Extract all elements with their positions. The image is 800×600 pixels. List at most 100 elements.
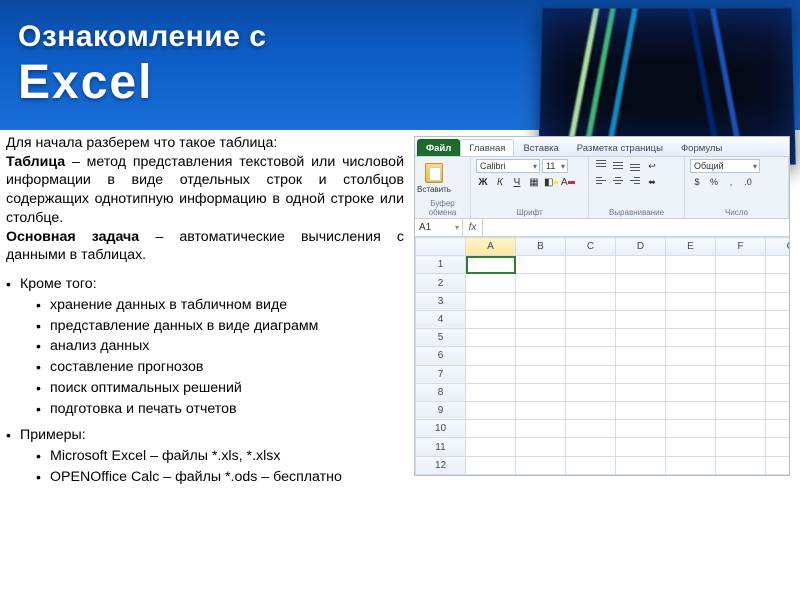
cell[interactable] — [716, 256, 766, 274]
cell[interactable] — [566, 456, 616, 474]
cell[interactable] — [666, 310, 716, 328]
cell[interactable] — [666, 256, 716, 274]
cell[interactable] — [466, 456, 516, 474]
row-header[interactable]: 4 — [416, 310, 466, 328]
cell[interactable] — [466, 438, 516, 456]
cell[interactable] — [716, 401, 766, 419]
cell[interactable] — [566, 401, 616, 419]
fill-color-button[interactable]: ◧ — [544, 175, 558, 189]
align-bottom-button[interactable] — [628, 159, 642, 171]
cell[interactable] — [566, 292, 616, 310]
column-header[interactable]: B — [516, 238, 566, 256]
name-box[interactable]: A1 — [415, 219, 463, 236]
row-header[interactable]: 3 — [416, 292, 466, 310]
cell[interactable] — [716, 420, 766, 438]
cell[interactable] — [666, 274, 716, 292]
font-name-select[interactable]: Calibri — [476, 159, 540, 173]
cell[interactable] — [716, 292, 766, 310]
cell[interactable] — [516, 274, 566, 292]
cell[interactable] — [566, 310, 616, 328]
cell[interactable] — [466, 383, 516, 401]
cell[interactable] — [716, 383, 766, 401]
cell[interactable] — [666, 347, 716, 365]
cell[interactable] — [616, 383, 666, 401]
column-header[interactable]: G — [766, 238, 790, 256]
column-header[interactable]: C — [566, 238, 616, 256]
column-header[interactable]: D — [616, 238, 666, 256]
cell[interactable] — [766, 347, 790, 365]
cell[interactable] — [516, 401, 566, 419]
border-button[interactable]: ▦ — [527, 175, 541, 189]
row-header[interactable]: 10 — [416, 420, 466, 438]
tab-insert[interactable]: Вставка — [514, 139, 567, 156]
cell[interactable] — [766, 365, 790, 383]
cell[interactable] — [466, 292, 516, 310]
cell[interactable] — [766, 420, 790, 438]
align-middle-button[interactable] — [611, 159, 625, 171]
column-header[interactable]: A — [466, 238, 516, 256]
cell[interactable] — [566, 420, 616, 438]
cell[interactable] — [566, 347, 616, 365]
cell[interactable] — [566, 365, 616, 383]
cell[interactable] — [516, 329, 566, 347]
align-top-button[interactable] — [594, 159, 608, 171]
cell[interactable] — [516, 365, 566, 383]
cell[interactable] — [716, 274, 766, 292]
cell[interactable] — [766, 456, 790, 474]
increase-decimal-button[interactable]: .0 — [741, 175, 755, 189]
row-header[interactable]: 2 — [416, 274, 466, 292]
cell[interactable] — [616, 310, 666, 328]
cell[interactable] — [466, 347, 516, 365]
cell[interactable] — [516, 438, 566, 456]
underline-button[interactable]: Ч — [510, 175, 524, 189]
column-header[interactable]: E — [666, 238, 716, 256]
italic-button[interactable]: К — [493, 175, 507, 189]
cell[interactable] — [666, 329, 716, 347]
cell[interactable] — [516, 310, 566, 328]
cell[interactable] — [766, 438, 790, 456]
tab-page-layout[interactable]: Разметка страницы — [568, 139, 672, 156]
paste-button[interactable]: Вставить — [420, 159, 448, 198]
cell[interactable] — [566, 438, 616, 456]
select-all-corner[interactable] — [416, 238, 466, 256]
row-header[interactable]: 5 — [416, 329, 466, 347]
align-right-button[interactable] — [628, 175, 642, 187]
cell[interactable] — [616, 365, 666, 383]
cell[interactable] — [616, 401, 666, 419]
tab-file[interactable]: Файл — [417, 139, 460, 156]
cell-a1[interactable] — [466, 256, 516, 274]
row-header[interactable]: 8 — [416, 383, 466, 401]
merge-center-button[interactable]: ⬌ — [645, 175, 659, 189]
cell[interactable] — [666, 420, 716, 438]
number-format-select[interactable]: Общий — [690, 159, 760, 173]
cell[interactable] — [616, 292, 666, 310]
cell[interactable] — [716, 456, 766, 474]
worksheet-grid[interactable]: A B C D E F G 1 2 3 4 5 6 — [415, 237, 789, 475]
cell[interactable] — [616, 274, 666, 292]
tab-home[interactable]: Главная — [460, 139, 514, 156]
cell[interactable] — [666, 456, 716, 474]
cell[interactable] — [666, 438, 716, 456]
cell[interactable] — [766, 256, 790, 274]
cell[interactable] — [766, 329, 790, 347]
cell[interactable] — [766, 274, 790, 292]
cell[interactable] — [716, 310, 766, 328]
align-left-button[interactable] — [594, 175, 608, 187]
cell[interactable] — [566, 383, 616, 401]
bold-button[interactable]: Ж — [476, 175, 490, 189]
cell[interactable] — [516, 456, 566, 474]
currency-button[interactable]: $ — [690, 175, 704, 189]
cell[interactable] — [466, 365, 516, 383]
cell[interactable] — [716, 365, 766, 383]
cell[interactable] — [466, 329, 516, 347]
wrap-text-button[interactable]: ↩ — [645, 159, 659, 173]
row-header[interactable]: 7 — [416, 365, 466, 383]
row-header[interactable]: 1 — [416, 256, 466, 274]
cell[interactable] — [516, 256, 566, 274]
cell[interactable] — [516, 383, 566, 401]
cell[interactable] — [766, 292, 790, 310]
cell[interactable] — [766, 401, 790, 419]
cell[interactable] — [466, 420, 516, 438]
row-header[interactable]: 9 — [416, 401, 466, 419]
cell[interactable] — [566, 274, 616, 292]
